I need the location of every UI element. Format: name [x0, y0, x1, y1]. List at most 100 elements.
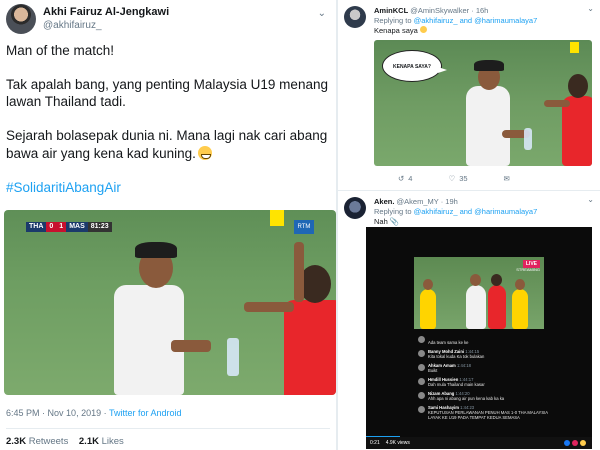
avatar[interactable] [6, 4, 36, 34]
retweet-action[interactable]: ↺ 4 [398, 174, 412, 183]
share-action[interactable]: ✉ [504, 174, 510, 183]
reply-author-name[interactable]: Aken. [374, 197, 394, 206]
live-comment-body: Nizam Abang 1:44:20 Ahh apa ni abang air … [428, 391, 504, 401]
reply-header: Aken. @Akem_MY · 19h Replying to @akhifa… [374, 197, 537, 227]
stats-divider [6, 428, 330, 429]
live-comment: Ahkam Amam 1:44:18 Buikt [418, 363, 548, 373]
retweet-count[interactable]: 2.3K [6, 436, 26, 447]
chevron-down-icon[interactable]: ⌄ [587, 195, 594, 204]
tweet-meta: 6:45 PM · Nov 10, 2019 · Twitter for And… [6, 408, 182, 418]
water-carrier-figure [454, 56, 530, 166]
live-stream-frame: LIVE STREAMING [414, 257, 544, 329]
main-tweet: Akhi Fairuz Al-Jengkawi @akhifairuz_ ⌄ M… [0, 0, 336, 450]
referee-figure [244, 230, 336, 395]
live-comments: Ada team sama ke ke Banny Mohd Zaini 1:4… [418, 335, 548, 424]
chevron-down-icon[interactable]: ⌄ [587, 4, 594, 13]
tweet-paragraph-text: Sejarah bolasepak dunia ni. Mana lagi na… [6, 128, 328, 161]
retweet-count: 4 [408, 174, 413, 183]
referee-figure [544, 64, 592, 166]
reply-age[interactable]: 19h [445, 197, 458, 206]
like-action[interactable]: ♡ 35 [448, 174, 467, 183]
reply-author-name[interactable]: AminKCL [374, 6, 408, 15]
live-comment-body: Ahkam Amam 1:44:18 Buikt [428, 363, 471, 373]
reaction-strip [564, 440, 586, 446]
comment-time: 1:44:18 [456, 363, 471, 368]
reply-author-handle[interactable]: @Akem_MY [397, 197, 439, 206]
avatar [418, 364, 425, 371]
retweet-icon: ↺ [398, 174, 405, 183]
author-handle[interactable]: @akhifairuz_ [43, 19, 169, 32]
video-controls: 0:21 4.9K views [366, 437, 592, 449]
live-comment-body: Hmdill Hussien 1:44:17 Dah mula Thailand … [428, 377, 485, 387]
live-comment: Sami Hashayim 1:44:23 KEPUTUSAN PERLAWANA… [418, 405, 548, 420]
reply-photo[interactable]: KENAPA SAYA? [374, 40, 592, 166]
tweet-paragraph: Sejarah bolasepak dunia ni. Mana lagi na… [6, 127, 330, 162]
avatar [418, 392, 425, 399]
avatar [418, 336, 425, 343]
heart-icon: ♡ [448, 174, 456, 183]
reply-text: Kenapa saya [374, 26, 418, 35]
avatar[interactable] [344, 197, 366, 219]
replying-to-label: Replying to [374, 16, 412, 25]
author-block: Akhi Fairuz Al-Jengkawi @akhifairuz_ [43, 6, 169, 32]
retweet-label[interactable]: Retweets [29, 436, 69, 447]
comment-text: Ada team sama ke ke [428, 340, 469, 345]
avatar[interactable] [344, 6, 366, 28]
reply-mentions[interactable]: @akhifairuz_ and @harimaumalaya7 [414, 207, 538, 216]
reply-age[interactable]: 16h [476, 6, 489, 15]
share-icon: ✉ [503, 174, 510, 183]
like-count[interactable]: 2.1K [79, 436, 99, 447]
reply-text: Nah [374, 217, 388, 226]
water-carrier-figure [464, 271, 488, 329]
player-figure [510, 277, 530, 329]
hashtag-link[interactable]: #SolidaritiAbangAir [6, 180, 121, 195]
tweet-header: Akhi Fairuz Al-Jengkawi @akhifairuz_ [6, 4, 330, 34]
haha-reaction-icon [580, 440, 586, 446]
tweet-date[interactable]: Nov 10, 2019 [48, 408, 102, 418]
tweet-paragraph: Man of the match! [6, 43, 115, 58]
replying-to-label: Replying to [374, 207, 412, 216]
embedded-video[interactable]: LIVE STREAMING Ada team sama ke ke Banny… [366, 227, 592, 449]
replying-to: Replying to @akhifairuz_ and @harimaumal… [374, 16, 537, 26]
avatar [418, 350, 425, 357]
like-reaction-icon [564, 440, 570, 446]
referee-figure [486, 271, 508, 329]
tweet-source[interactable]: Twitter for Android [109, 408, 182, 418]
comment-text: Dah mula Thailand main kasar [428, 382, 485, 387]
live-comment-body: Sami Hashayim 1:44:23 KEPUTUSAN PERLAWANA… [428, 405, 548, 420]
live-comment: Ada team sama ke ke [418, 335, 548, 345]
reply-tweet[interactable]: AminKCL @AminSkywalker · 16h Replying to… [338, 0, 600, 190]
yellow-card [270, 210, 284, 226]
tweet-photo[interactable]: THA 0 1 MAS 81:23 RTM [4, 210, 336, 395]
reply-mentions[interactable]: @akhifairuz_ and @harimaumalaya7 [414, 16, 538, 25]
love-reaction-icon [572, 440, 578, 446]
avatar [418, 378, 425, 385]
streaming-label: STREAMING [516, 267, 540, 272]
sad-face-emoji-icon [419, 26, 427, 33]
live-comment-body: Banny Mohd Zaini 1:44:15 Kita tokal kuda … [428, 349, 484, 359]
player-figure [418, 277, 438, 329]
yellow-card [570, 42, 579, 53]
paperclip-emoji-icon: 📎 [389, 217, 400, 226]
live-comment: Banny Mohd Zaini 1:44:15 Kita tokal kuda … [418, 349, 548, 359]
comment-text: Ahh apa ni abang air pun kena kab ka ka [428, 396, 505, 401]
live-comment: Hmdill Hussien 1:44:17 Dah mula Thailand … [418, 377, 548, 387]
video-views: 4.9K views [385, 440, 410, 446]
tweet-hashtag-line: #SolidaritiAbangAir [6, 179, 330, 196]
live-comment-body: Ada team sama ke ke [428, 335, 469, 345]
reply-text-row: Nah 📎 [374, 217, 537, 227]
tweet-text: Man of the match! Tak apalah bang, yang … [6, 42, 330, 196]
reply-tweet[interactable]: Aken. @Akem_MY · 19h Replying to @akhifa… [338, 190, 600, 450]
scorebug-score-a: 0 [46, 222, 57, 232]
reply-author-handle[interactable]: @AminSkywalker [410, 6, 469, 15]
like-label[interactable]: Likes [102, 436, 124, 447]
water-carrier-figure [99, 230, 239, 395]
reply-actions: ↺ 4 ♡ 35 ✉ [398, 174, 510, 183]
author-name[interactable]: Akhi Fairuz Al-Jengkawi [43, 6, 169, 19]
reply-header: AminKCL @AminSkywalker · 16h Replying to… [374, 6, 537, 36]
avatar [418, 406, 425, 413]
chevron-down-icon[interactable]: ⌄ [318, 8, 326, 19]
live-comment: Nizam Abang 1:44:20 Ahh apa ni abang air … [418, 391, 548, 401]
tweet-time[interactable]: 6:45 PM [6, 408, 40, 418]
comment-text: KEPUTUSAN PERLAWANAN PENUH MAS 1-0 THA M… [428, 410, 548, 420]
